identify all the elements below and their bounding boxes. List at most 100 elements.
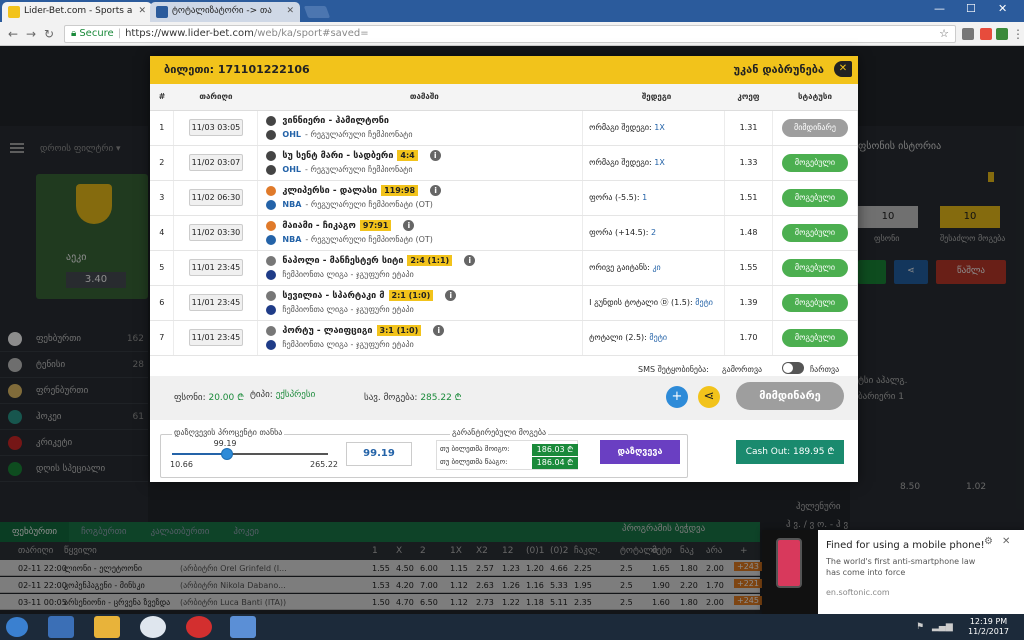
extension-icon[interactable]: [996, 28, 1008, 40]
sport-icon: [266, 150, 277, 161]
back-icon[interactable]: ←: [8, 27, 18, 41]
add-button[interactable]: +: [666, 386, 688, 408]
total-label: სავ. მოგება:: [364, 393, 418, 403]
bet-teams: კლიპერსი - დალასი: [282, 185, 378, 196]
windows-taskbar: ⚑ ▂▄▆ 12:19 PM 11/2/2017: [0, 614, 1024, 640]
bet-status-cell: მოგებული: [772, 320, 859, 356]
new-tab-button[interactable]: [303, 6, 331, 18]
menu-kebab-icon[interactable]: ⋮: [1012, 27, 1024, 41]
file-explorer-icon[interactable]: [94, 616, 120, 638]
sport-icon: [266, 325, 277, 336]
bet-score: 3:1 (1:0): [376, 325, 422, 336]
info-icon[interactable]: i: [464, 255, 476, 266]
tray-flag-icon[interactable]: ⚑: [916, 622, 924, 632]
clock-time: 12:19 PM: [969, 617, 1008, 626]
tab-title: ტოტალიზატორი -> თა: [172, 6, 272, 16]
info-icon[interactable]: i: [429, 150, 441, 161]
slider-handle[interactable]: [220, 448, 233, 460]
status-badge: მოგებული: [781, 258, 848, 277]
chrome-icon[interactable]: [140, 616, 166, 638]
minimize-icon[interactable]: —: [934, 2, 945, 15]
reload-icon[interactable]: ↻: [44, 27, 54, 41]
bet-date: 11/01 23:45: [188, 294, 243, 311]
bet-selection: კი: [652, 263, 661, 272]
info-icon[interactable]: i: [403, 220, 415, 231]
bet-num: 2: [150, 145, 175, 181]
media-player-icon[interactable]: [48, 616, 74, 638]
bet-game-cell: სუ სენტ მარი - სადბერი 4:4 i OHL - რეგულარულ…: [257, 145, 584, 181]
close-tab-icon[interactable]: ✕: [286, 6, 294, 16]
notification-toast[interactable]: Fined for using a mobile phone! The worl…: [762, 530, 1024, 614]
tournament-name: - რეგულარული ჩემპიონატი: [305, 130, 413, 139]
bet-status-cell: მოგებული: [772, 215, 859, 251]
opera-icon[interactable]: [186, 616, 212, 638]
status-badge: მოგებული: [781, 188, 848, 207]
bet-selection: 1X: [654, 123, 665, 132]
bet-result-cell: I გუნდის ტოტალი Ⓓ (1.5): მეტი: [582, 285, 726, 321]
insure-button[interactable]: დაზღვევა: [600, 440, 680, 464]
bet-date-cell: 11/01 23:45: [173, 320, 259, 356]
bet-status-cell: მოგებული: [772, 145, 859, 181]
col-status: სტატუსი: [772, 84, 858, 111]
paint-icon[interactable]: [230, 616, 256, 638]
system-clock[interactable]: 12:19 PM 11/2/2017: [968, 617, 1009, 637]
bet-result-cell: ორმაგი შედეგი: 1X: [582, 145, 726, 181]
url-input[interactable]: 🔒︎ Secure | https://www.lider-bet.com/web/k…: [64, 25, 956, 43]
close-icon[interactable]: ✕: [1002, 536, 1010, 547]
bet-odd: 1.39: [724, 285, 773, 321]
bet-game-line: მაიამი - ჩიკაგო 97:91 i: [266, 220, 582, 232]
close-modal-icon[interactable]: ✕: [834, 61, 852, 77]
secure-label: Secure: [79, 28, 114, 39]
league-icon: [266, 339, 277, 350]
bet-teams: სევილია - სპარტაკი მ: [282, 290, 385, 301]
calc-title: დაზღვევის პროცენტი თანხა: [172, 428, 285, 437]
tray-network-icon[interactable]: ▂▄▆: [932, 622, 953, 632]
browser-tab-totalizator[interactable]: ტოტალიზატორი -> თა ✕: [150, 2, 300, 22]
insurance-amount-input[interactable]: 99.19: [346, 442, 412, 466]
extension-icon[interactable]: [962, 28, 974, 40]
bet-game-cell: ვინნიერი - ჰამილტონი OHL - რეგულარული ჩემპ…: [257, 110, 584, 146]
bet-result-cell: ფორა (-5.5): 1: [582, 180, 726, 216]
info-icon[interactable]: i: [433, 325, 445, 336]
league-name: NBA: [282, 200, 302, 209]
start-button[interactable]: [6, 617, 28, 637]
sport-icon: [266, 290, 277, 301]
bet-odd: 1.31: [724, 110, 773, 146]
bet-score: 2:4 (1:1): [407, 255, 453, 266]
forward-icon[interactable]: →: [26, 27, 36, 41]
col-game: თამაში: [257, 84, 583, 111]
bet-game-cell: კლიპერსი - დალასი 119:98 i NBA - რეგულარული …: [257, 180, 584, 216]
bet-num: 6: [150, 285, 175, 321]
clock-date: 11/2/2017: [968, 627, 1010, 636]
notification-title: Fined for using a mobile phone!: [826, 540, 985, 551]
back-link[interactable]: უკან დაბრუნება: [734, 63, 824, 76]
bet-game-line: სევილია - სპარტაკი მ 2:1 (1:0) i: [266, 290, 582, 302]
bet-teams: სუ სენტ მარი - სადბერი: [282, 150, 394, 161]
bet-market: ორივე გაიტანს:: [589, 263, 650, 272]
extension-icon[interactable]: [980, 28, 992, 40]
cash-out-button[interactable]: Cash Out: 189.95 ₾: [736, 440, 844, 464]
bet-score: 2:1 (1:0): [388, 290, 434, 301]
maximize-icon[interactable]: ☐: [966, 2, 976, 15]
info-icon[interactable]: i: [430, 185, 442, 196]
stake-label: ფსონი:: [174, 393, 206, 403]
bet-game-line: ნაპოლი - მანჩესტერ სიტი 2:4 (1:1) i: [266, 255, 582, 267]
close-window-icon[interactable]: ✕: [998, 2, 1007, 15]
close-tab-icon[interactable]: ✕: [138, 6, 146, 16]
bookmark-star-icon[interactable]: ☆: [939, 27, 949, 40]
col-date: თარიღი: [173, 84, 258, 111]
league-name: OHL: [282, 165, 302, 174]
league-name: NBA: [282, 235, 302, 244]
bet-game-cell: ნაპოლი - მანჩესტერ სიტი 2:4 (1:1) i ჩემპიონ…: [257, 250, 584, 286]
bet-league-line: OHL - რეგულარული ჩემპიონატი: [266, 164, 582, 176]
info-icon[interactable]: i: [445, 290, 457, 301]
bet-odd: 1.51: [724, 180, 773, 216]
browser-tab-lider-bet[interactable]: Lider-Bet.com - Sports a ✕: [2, 2, 152, 22]
sms-toggle[interactable]: [782, 362, 804, 374]
bet-teams: მაიამი - ჩიკაგო: [282, 220, 356, 231]
share-icon[interactable]: ⋖: [698, 386, 720, 408]
gear-icon[interactable]: ⚙: [984, 536, 993, 547]
notification-image: [762, 530, 818, 614]
bet-selection: 1: [642, 193, 648, 202]
col-result: შედეგი: [582, 84, 725, 111]
